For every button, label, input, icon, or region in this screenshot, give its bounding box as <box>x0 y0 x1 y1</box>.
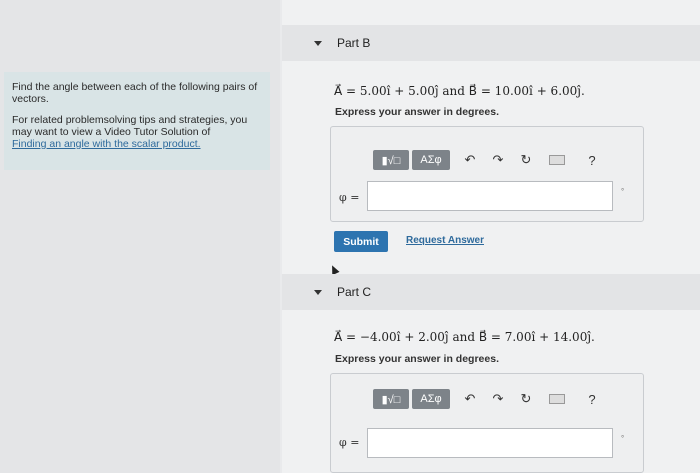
keyboard-icon[interactable] <box>549 155 565 165</box>
part-b-answer-box: ▮√□ ΑΣφ ↶ ↷ ↻ ? φ = ° <box>330 126 644 222</box>
help-icon[interactable]: ? <box>581 389 603 409</box>
undo-icon[interactable]: ↶ <box>459 389 481 409</box>
part-c-answer-box: ▮√□ ΑΣφ ↶ ↷ ↻ ? φ = ° <box>330 373 644 473</box>
redo-icon[interactable]: ↷ <box>487 389 509 409</box>
greek-symbols-button[interactable]: ΑΣφ <box>412 150 450 170</box>
intro-text: Find the angle between each of the follo… <box>12 81 258 105</box>
part-c-answer-label: φ = <box>339 436 360 449</box>
help-icon[interactable]: ? <box>581 150 603 170</box>
keyboard-icon[interactable] <box>549 394 565 404</box>
greek-symbols-button[interactable]: ΑΣφ <box>412 389 450 409</box>
collapse-caret-icon[interactable] <box>314 290 322 295</box>
problem-intro: Find the angle between each of the follo… <box>4 72 270 170</box>
right-panel: Part B A⃗ = 5.00î + 5.00ĵ and B⃗ = 10.00… <box>282 0 700 473</box>
part-c-label: Part C <box>337 285 372 299</box>
redo-icon[interactable]: ↷ <box>487 150 509 170</box>
submit-button[interactable]: Submit <box>334 231 388 252</box>
templates-button[interactable]: ▮√□ <box>373 389 409 409</box>
left-panel: Find the angle between each of the follo… <box>0 0 280 473</box>
video-tutor-link[interactable]: Finding an angle with the scalar product… <box>12 138 201 150</box>
request-answer-link[interactable]: Request Answer <box>406 235 484 246</box>
part-c-equation: A⃗ = −4.00î + 2.00ĵ and B⃗ = 7.00î + 14.… <box>334 330 595 344</box>
undo-icon[interactable]: ↶ <box>459 150 481 170</box>
math-toolbar: ▮√□ ΑΣφ ↶ ↷ ↻ ? <box>373 388 603 410</box>
templates-button[interactable]: ▮√□ <box>373 150 409 170</box>
part-b-equation: A⃗ = 5.00î + 5.00ĵ and B⃗ = 10.00î + 6.0… <box>334 84 585 98</box>
part-c-header[interactable]: Part C <box>282 274 700 310</box>
part-c-unit: ° <box>621 434 625 443</box>
tips-text: For related problemsolving tips and stra… <box>12 114 248 138</box>
collapse-caret-icon[interactable] <box>314 41 322 46</box>
part-b-header[interactable]: Part B <box>282 25 700 61</box>
part-b-answer-input[interactable] <box>367 181 613 211</box>
part-b-instruction: Express your answer in degrees. <box>335 106 499 118</box>
part-b-unit: ° <box>621 187 625 196</box>
part-b-answer-label: φ = <box>339 191 360 204</box>
part-c-answer-input[interactable] <box>367 428 613 458</box>
reset-icon[interactable]: ↻ <box>515 150 537 170</box>
reset-icon[interactable]: ↻ <box>515 389 537 409</box>
math-toolbar: ▮√□ ΑΣφ ↶ ↷ ↻ ? <box>373 149 603 171</box>
part-c-instruction: Express your answer in degrees. <box>335 353 499 365</box>
part-b-label: Part B <box>337 36 371 50</box>
